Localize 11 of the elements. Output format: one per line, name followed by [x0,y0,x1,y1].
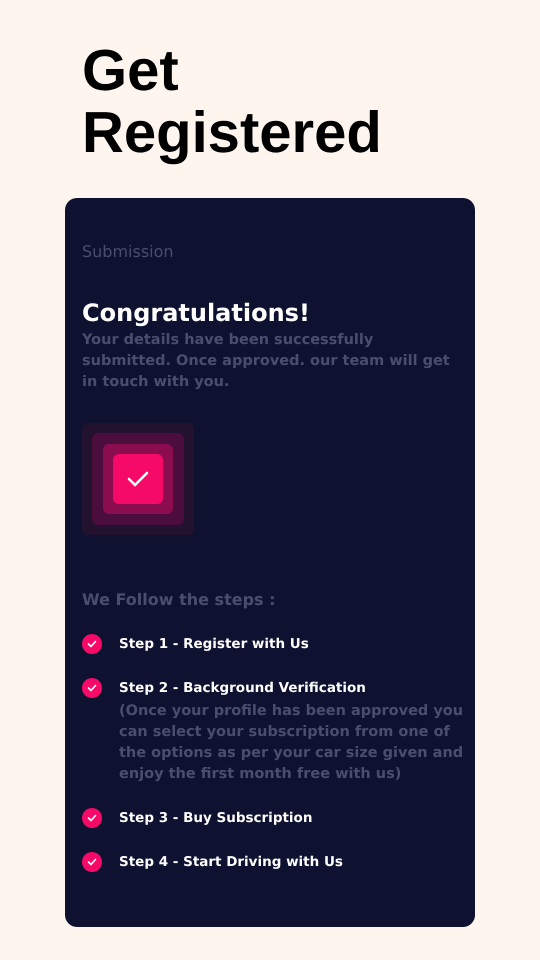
success-check-icon [82,423,194,535]
page-title: Get Registered [82,40,383,164]
section-label: Submission [82,241,175,263]
step-label: Step 2 - Background Verification [119,679,367,698]
step-label: Step 3 - Buy Subscription [119,809,312,828]
steps-heading: We Follow the steps : [82,589,277,611]
step-label: Step 4 - Start Driving with Us [119,853,343,872]
message: Your details have been successfully submitted. Once approved. our team will get in touch with you. [82,331,451,392]
step-label: Step 1 - Register with Us [119,635,309,654]
step-note: (Once your profile has been approved you can select your subscription from one of the options as per your car size given and enjoy the first month free with us) [119,702,464,784]
heading: Congratulations! [82,298,311,329]
